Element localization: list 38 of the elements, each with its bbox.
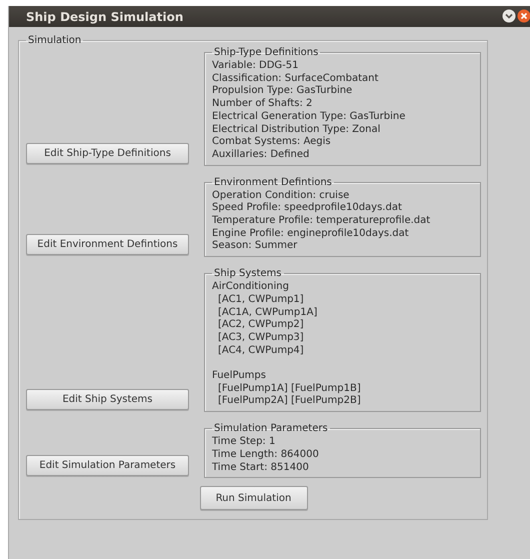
info-line: Speed Profile: speedprofile10days.dat <box>212 202 403 215</box>
edit-button[interactable]: Edit Ship-Type Definitions <box>26 142 189 164</box>
info-line: Classification: SurfaceCombatant <box>212 72 380 85</box>
info-line: Electrical Distribution Type: Zonal <box>212 124 382 136</box>
info-line: Engine Profile: engineprofile10days.dat <box>212 228 410 240</box>
info-line: Variable: DDG-51 <box>212 60 300 73</box>
section-title: Environment Defintions <box>213 176 333 188</box>
group-name: AirConditioning <box>212 281 290 294</box>
info-line: Time Start: 851400 <box>212 462 310 474</box>
section-title: Ship Systems <box>213 268 282 280</box>
info-line: Combat Systems: Aegis <box>212 136 332 149</box>
panel-title: Simulation <box>27 35 82 46</box>
info-line: Time Length: 864000 <box>212 448 320 462</box>
group-item: [AC1, CWPump1] <box>217 294 305 307</box>
group-item: [FuelPump1A] [FuelPump1B] <box>217 382 362 395</box>
group-item: [FuelPump2A] [FuelPump2B] <box>217 395 362 408</box>
edit-button[interactable]: Edit Environment Defintions <box>26 234 189 256</box>
info-line: Time Step: 1 <box>212 436 276 449</box>
info-line: Propulsion Type: GasTurbine <box>212 85 354 98</box>
close-icon[interactable] <box>517 9 530 23</box>
info-line: Season: Summer <box>212 240 298 254</box>
info-line: Temperature Profile: temperatureprofile.dat <box>212 215 432 228</box>
section-title: Simulation Parameters <box>213 423 329 434</box>
info-line: Electrical Generation Type: GasTurbine <box>212 110 406 124</box>
group-item: [AC1A, CWPump1A] <box>217 306 318 319</box>
window-title: Ship Design Simulation <box>26 10 184 24</box>
info-line: Operation Condition: cruise <box>212 190 350 202</box>
info-line: Number of Shafts: 2 <box>212 98 314 111</box>
section-title: Ship-Type Definitions <box>213 47 320 58</box>
group-name: FuelPumps <box>212 370 267 383</box>
edit-button[interactable]: Edit Ship Systems <box>26 389 189 410</box>
minimize-icon[interactable] <box>502 9 516 23</box>
info-line: Auxillaries: Defined <box>212 148 310 162</box>
run-simulation-button[interactable]: Run Simulation <box>200 486 308 510</box>
group-item: [AC4, CWPump4] <box>217 344 305 358</box>
group-item: [AC2, CWPump2] <box>217 319 305 332</box>
edit-button[interactable]: Edit Simulation Parameters <box>26 455 189 476</box>
group-item: [AC3, CWPump3] <box>217 332 305 345</box>
